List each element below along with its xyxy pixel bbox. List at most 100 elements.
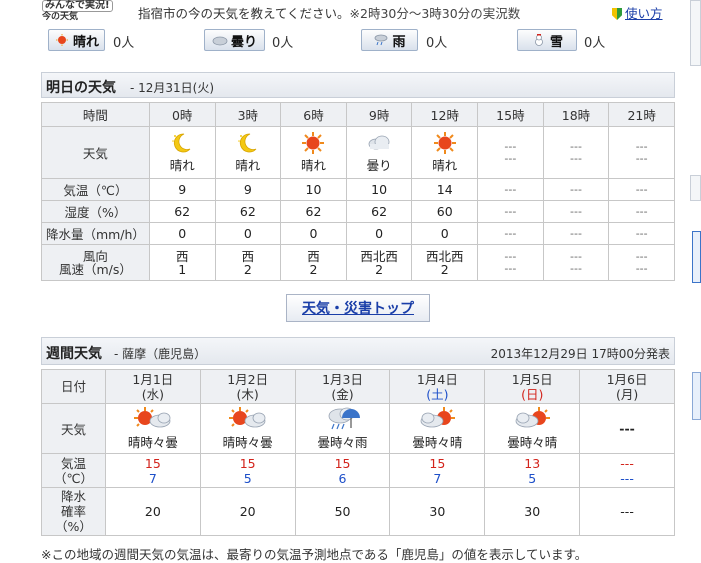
cloud-icon	[368, 135, 390, 150]
weekly-footnote: ※この地域の週間天気の気温は、最寄りの気温予測地点である「鹿児島」の値を表示して…	[41, 547, 588, 562]
row-label-weather: 天気	[41, 403, 106, 454]
weekly-precip-cell: 50	[294, 487, 391, 536]
humidity-cell: ---	[608, 200, 675, 223]
weather-cell-empty: --- ---	[477, 126, 544, 179]
weekly-weather-label: 曇時々雨	[317, 435, 368, 450]
weekly-date-row: 日付 1月1日 (水) 1月2日 (木) 1月3日 (金) 1月4日 (土) 1月5日(…	[41, 369, 675, 404]
weekly-table: 日付 1月1日 (水) 1月2日 (木) 1月3日 (金) 1月4日 (土) 1月5日(…	[41, 369, 675, 536]
weekly-weather-cell: 晴時々曇	[199, 403, 296, 454]
rain-icon	[375, 34, 388, 46]
howto-link[interactable]: 使い方	[612, 3, 663, 22]
report-rain-button[interactable]: 雨	[361, 29, 418, 51]
weekly-precip-cell: 30	[389, 487, 486, 536]
report-cloudy-button[interactable]: 曇り	[204, 29, 265, 51]
weekly-precip-row: 降水 確率 （%） 20 20 50 30 30 ---	[41, 487, 675, 536]
sunny-icon	[55, 34, 68, 46]
weather-cell: 晴れ	[411, 126, 479, 179]
weekly-weather-label: 曇時々晴	[412, 435, 463, 450]
cloud-rain-icon	[328, 407, 360, 430]
cloudy-icon	[212, 36, 228, 46]
right-banner-fragment[interactable]	[692, 372, 701, 420]
wind-cell: 西2	[280, 244, 347, 281]
tomorrow-humidity-row: 湿度（%） 62 62 62 62 60 --- --- ---	[41, 200, 675, 223]
weekly-weather-label: 晴時々曇	[127, 435, 178, 450]
temp-cell: 10	[345, 178, 413, 201]
humidity-cell: 60	[411, 200, 479, 223]
weather-label: 晴れ	[169, 158, 195, 173]
intro-question: 指宿市の今の天気を教えてください。	[138, 6, 350, 21]
precip-cell: ---	[542, 222, 610, 245]
wind-cell: --- ---	[477, 244, 544, 281]
weather-label: 晴れ	[300, 158, 326, 173]
weekly-title: 週間天気	[46, 346, 102, 362]
minna-jikkyo-logo: みんなで実況! 今の天気	[42, 0, 132, 24]
weekly-temp-cell: --- ---	[579, 453, 675, 488]
temp-cell: 9	[148, 178, 216, 201]
weather-disaster-top-button[interactable]: 天気・災害トップ	[286, 294, 430, 322]
row-label-time: 時間	[41, 102, 150, 127]
tomorrow-title: 明日の天気	[46, 80, 116, 96]
row-label-weather: 天気	[41, 126, 150, 179]
row-label-temp: 気温（℃）	[41, 453, 106, 488]
wind-cell: --- ---	[608, 244, 675, 281]
weather-cell-empty: --- ---	[542, 126, 610, 179]
report-sunny-count: 0人	[113, 36, 135, 51]
cloud-sun-icon	[420, 407, 456, 428]
time-header: 18時	[542, 102, 610, 127]
weather-label: 晴れ	[432, 158, 458, 173]
howto-link-text[interactable]: 使い方	[625, 6, 663, 21]
report-rain-label: 雨	[392, 34, 406, 50]
time-header: 12時	[411, 102, 479, 127]
humidity-cell: ---	[542, 200, 610, 223]
temp-cell: ---	[608, 178, 675, 201]
weekly-weather-cell: 晴時々曇	[104, 403, 201, 454]
weekly-weather-cell: 曇時々晴	[389, 403, 486, 454]
cloud-sun-icon	[515, 407, 551, 428]
sun-cloud-icon	[133, 407, 171, 428]
row-label-date: 日付	[41, 369, 106, 404]
date-header: 1月3日 (金)	[294, 369, 391, 404]
weekly-precip-cell: ---	[579, 487, 675, 536]
time-header: 9時	[345, 102, 413, 127]
tomorrow-table: 時間 0時 3時 6時 9時 12時 15時 18時 21時 天気 晴れ 晴れ …	[41, 102, 675, 281]
weekly-temp-cell: 15 7	[104, 453, 201, 488]
logo-title: みんなで実況!	[42, 0, 113, 12]
wind-cell: 西1	[148, 244, 216, 281]
temp-cell: 9	[214, 178, 282, 201]
report-snow-label: 雪	[549, 34, 563, 50]
row-label-temp: 気温（℃）	[41, 178, 150, 201]
intro-note: ※2時30分～3時30分の実況数	[349, 6, 521, 21]
precip-cell: 0	[345, 222, 413, 245]
weekly-precip-cell: 30	[484, 487, 581, 536]
right-panel-fragment	[690, 0, 701, 66]
weather-cell: 晴れ	[280, 126, 347, 179]
weather-disaster-top-link[interactable]: 天気・災害トップ	[302, 298, 414, 318]
weekly-weather-cell: 曇時々雨	[294, 403, 391, 454]
weather-label: 曇り	[366, 158, 392, 173]
moon-icon	[238, 133, 257, 153]
time-header: 3時	[214, 102, 282, 127]
right-banner-fragment[interactable]	[692, 231, 701, 283]
tomorrow-wind-row: 風向 風速（m/s） 西1 西2 西2 西北西 2 西北西 2 --- --- --- -…	[41, 244, 675, 281]
tomorrow-weather-row: 天気 晴れ 晴れ 晴れ 曇り 晴れ --- --- --- --- --- ---	[41, 126, 675, 179]
weekly-issued-time: 2013年12月29日 17時00分発表	[490, 347, 670, 361]
row-label-precip: 降水 確率 （%）	[41, 487, 106, 536]
weekly-temp-cell: 15 6	[294, 453, 391, 488]
report-sunny-button[interactable]: 晴れ	[48, 29, 105, 51]
weekly-weather-label: 曇時々晴	[507, 435, 558, 450]
sun-icon	[433, 132, 456, 154]
weather-label: 晴れ	[235, 158, 261, 173]
humidity-cell: 62	[345, 200, 413, 223]
wind-cell: --- ---	[542, 244, 610, 281]
precip-cell: 0	[214, 222, 282, 245]
wind-cell: 西北西 2	[345, 244, 413, 281]
weekly-weather-cell-empty: ---	[579, 403, 675, 454]
weekly-temp-cell: 13 5	[484, 453, 581, 488]
report-snow-button[interactable]: 雪	[517, 29, 577, 51]
weekly-temp-cell: 15 7	[389, 453, 486, 488]
time-header: 21時	[608, 102, 675, 127]
temp-cell: ---	[477, 178, 544, 201]
weekly-header: 週間天気 - 薩摩（鹿児島） 2013年12月29日 17時00分発表	[41, 337, 675, 365]
date-header: 1月1日 (水)	[104, 369, 201, 404]
report-snow-count: 0人	[584, 36, 606, 51]
